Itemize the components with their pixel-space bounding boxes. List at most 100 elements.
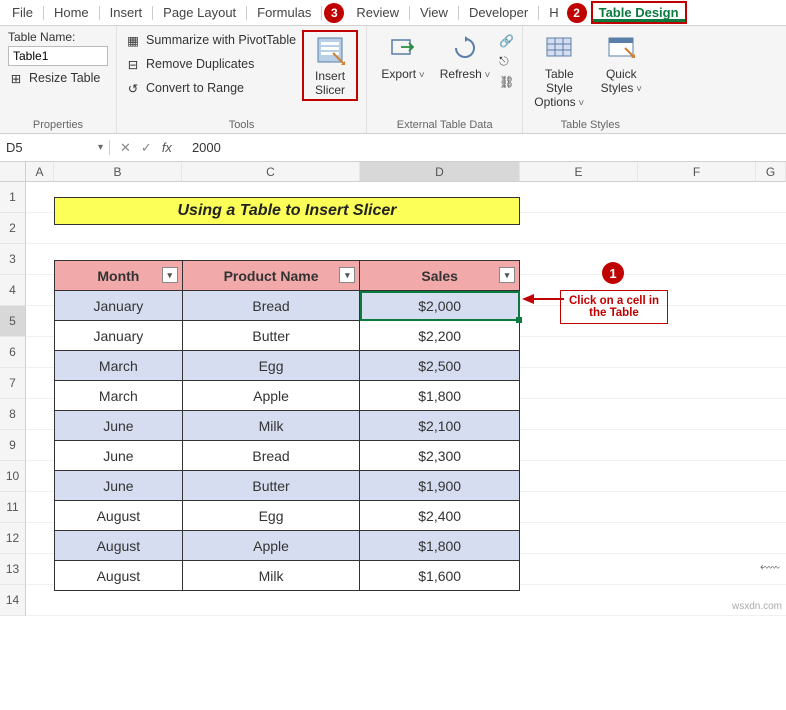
row-header-7[interactable]: 7 — [0, 368, 26, 399]
row-header-1[interactable]: 1 — [0, 182, 26, 213]
cell-product[interactable]: Egg — [182, 351, 360, 381]
tab-home[interactable]: Home — [46, 1, 97, 24]
enter-formula-icon[interactable]: ✓ — [141, 140, 152, 156]
tab-review[interactable]: Review — [348, 1, 407, 24]
export-button[interactable]: Export — [375, 30, 431, 83]
cell-product[interactable]: Milk — [182, 561, 360, 591]
table-row: AugustMilk$1,600 — [55, 561, 520, 591]
cell-sales[interactable]: $2,200 — [360, 321, 520, 351]
quick-styles-icon — [605, 32, 637, 64]
row-header-14[interactable]: 14 — [0, 585, 26, 616]
row-header-12[interactable]: 12 — [0, 523, 26, 554]
step3-badge: 3 — [324, 3, 344, 23]
select-all-corner[interactable] — [0, 162, 26, 181]
col-header-A[interactable]: A — [26, 162, 54, 181]
cell-sales[interactable]: $1,800 — [360, 531, 520, 561]
row-header-8[interactable]: 8 — [0, 399, 26, 430]
row-header-5[interactable]: 5 — [0, 306, 26, 337]
name-box[interactable]: D5 ▾ — [0, 140, 110, 155]
filter-sales-icon[interactable]: ▾ — [499, 267, 515, 283]
table-name-input[interactable] — [8, 46, 108, 66]
tab-insert[interactable]: Insert — [102, 1, 151, 24]
convert-range-button[interactable]: ↺ Convert to Range — [125, 78, 296, 98]
tab-file[interactable]: File — [4, 1, 41, 24]
cell-sales[interactable]: $2,000 — [360, 291, 520, 321]
remove-duplicates-label: Remove Duplicates — [146, 57, 254, 71]
quick-styles-button[interactable]: Quick Styles — [593, 30, 649, 97]
open-browser-icon[interactable]: ⎋ — [499, 54, 514, 69]
cell-product[interactable]: Milk — [182, 411, 360, 441]
cell-month[interactable]: March — [55, 351, 183, 381]
cell-sales[interactable]: $2,100 — [360, 411, 520, 441]
cell-product[interactable]: Bread — [182, 291, 360, 321]
tab-formulas[interactable]: Formulas — [249, 1, 319, 24]
cell-sales[interactable]: $1,900 — [360, 471, 520, 501]
row-header-9[interactable]: 9 — [0, 430, 26, 461]
row-header-10[interactable]: 10 — [0, 461, 26, 492]
th-sales[interactable]: Sales ▾ — [360, 261, 520, 291]
tab-developer[interactable]: Developer — [461, 1, 536, 24]
col-header-C[interactable]: C — [182, 162, 360, 181]
cell-month[interactable]: January — [55, 291, 183, 321]
cell-product[interactable]: Butter — [182, 471, 360, 501]
row-header-4[interactable]: 4 — [0, 275, 26, 306]
fx-icon[interactable]: fx — [162, 140, 172, 155]
cell-sales[interactable]: $2,500 — [360, 351, 520, 381]
insert-slicer-button[interactable]: Insert Slicer — [302, 30, 358, 101]
cell-month[interactable]: March — [55, 381, 183, 411]
filter-product-icon[interactable]: ▾ — [339, 267, 355, 283]
col-header-F[interactable]: F — [638, 162, 756, 181]
arrow-line — [534, 298, 564, 300]
arrow-icon — [522, 294, 534, 304]
ribbon-tabs: File Home Insert Page Layout Formulas 3 … — [0, 0, 786, 26]
row-header-11[interactable]: 11 — [0, 492, 26, 523]
cell-month[interactable]: August — [55, 561, 183, 591]
cell-product[interactable]: Butter — [182, 321, 360, 351]
cell-product[interactable]: Apple — [182, 381, 360, 411]
th-product-label: Product Name — [224, 268, 319, 284]
name-box-dropdown-icon[interactable]: ▾ — [98, 142, 103, 153]
row-header-3[interactable]: 3 — [0, 244, 26, 275]
filter-month-icon[interactable]: ▾ — [162, 267, 178, 283]
unlink-icon[interactable]: ⛓ — [499, 75, 514, 89]
tab-table-design[interactable]: Table Design — [591, 1, 687, 24]
col-header-D[interactable]: D — [360, 162, 520, 181]
row-header-13[interactable]: 13 — [0, 554, 26, 585]
cell-month[interactable]: August — [55, 501, 183, 531]
row-header-6[interactable]: 6 — [0, 337, 26, 368]
group-external-table-data: Export Refresh 🔗 ⎋ ⛓ External Table Data — [367, 26, 523, 133]
remove-duplicates-button[interactable]: ⊟ Remove Duplicates — [125, 54, 296, 74]
cell-sales[interactable]: $1,800 — [360, 381, 520, 411]
cell-month[interactable]: June — [55, 471, 183, 501]
table-style-options-button[interactable]: Table Style Options — [531, 30, 587, 111]
tab-page-layout[interactable]: Page Layout — [155, 1, 244, 24]
summarize-pivottable-button[interactable]: ▦ Summarize with PivotTable — [125, 30, 296, 50]
refresh-button[interactable]: Refresh — [437, 30, 493, 83]
tab-view[interactable]: View — [412, 1, 456, 24]
external-link-icon[interactable]: 🔗 — [499, 34, 514, 48]
th-month[interactable]: Month ▾ — [55, 261, 183, 291]
insert-slicer-icon — [314, 34, 346, 66]
cell-product[interactable]: Egg — [182, 501, 360, 531]
col-header-B[interactable]: B — [54, 162, 182, 181]
col-header-G[interactable]: G — [756, 162, 786, 181]
cell-month[interactable]: January — [55, 321, 183, 351]
cell-sales[interactable]: $2,300 — [360, 441, 520, 471]
cell-month[interactable]: June — [55, 441, 183, 471]
cell-sales[interactable]: $2,400 — [360, 501, 520, 531]
cell-product[interactable]: Bread — [182, 441, 360, 471]
tab-help[interactable]: H — [541, 1, 566, 24]
convert-range-icon: ↺ — [125, 80, 141, 96]
cell-month[interactable]: June — [55, 411, 183, 441]
cell-sales[interactable]: $1,600 — [360, 561, 520, 591]
table-row: AugustApple$1,800 — [55, 531, 520, 561]
group-table-styles: Table Style Options Quick Styles Table S… — [523, 26, 657, 133]
th-product[interactable]: Product Name ▾ — [182, 261, 360, 291]
cancel-formula-icon[interactable]: ✕ — [120, 140, 131, 156]
row-header-2[interactable]: 2 — [0, 213, 26, 244]
resize-table-button[interactable]: ⊞ Resize Table — [8, 68, 100, 88]
cell-product[interactable]: Apple — [182, 531, 360, 561]
formula-value[interactable]: 2000 — [182, 140, 231, 155]
cell-month[interactable]: August — [55, 531, 183, 561]
col-header-E[interactable]: E — [520, 162, 638, 181]
